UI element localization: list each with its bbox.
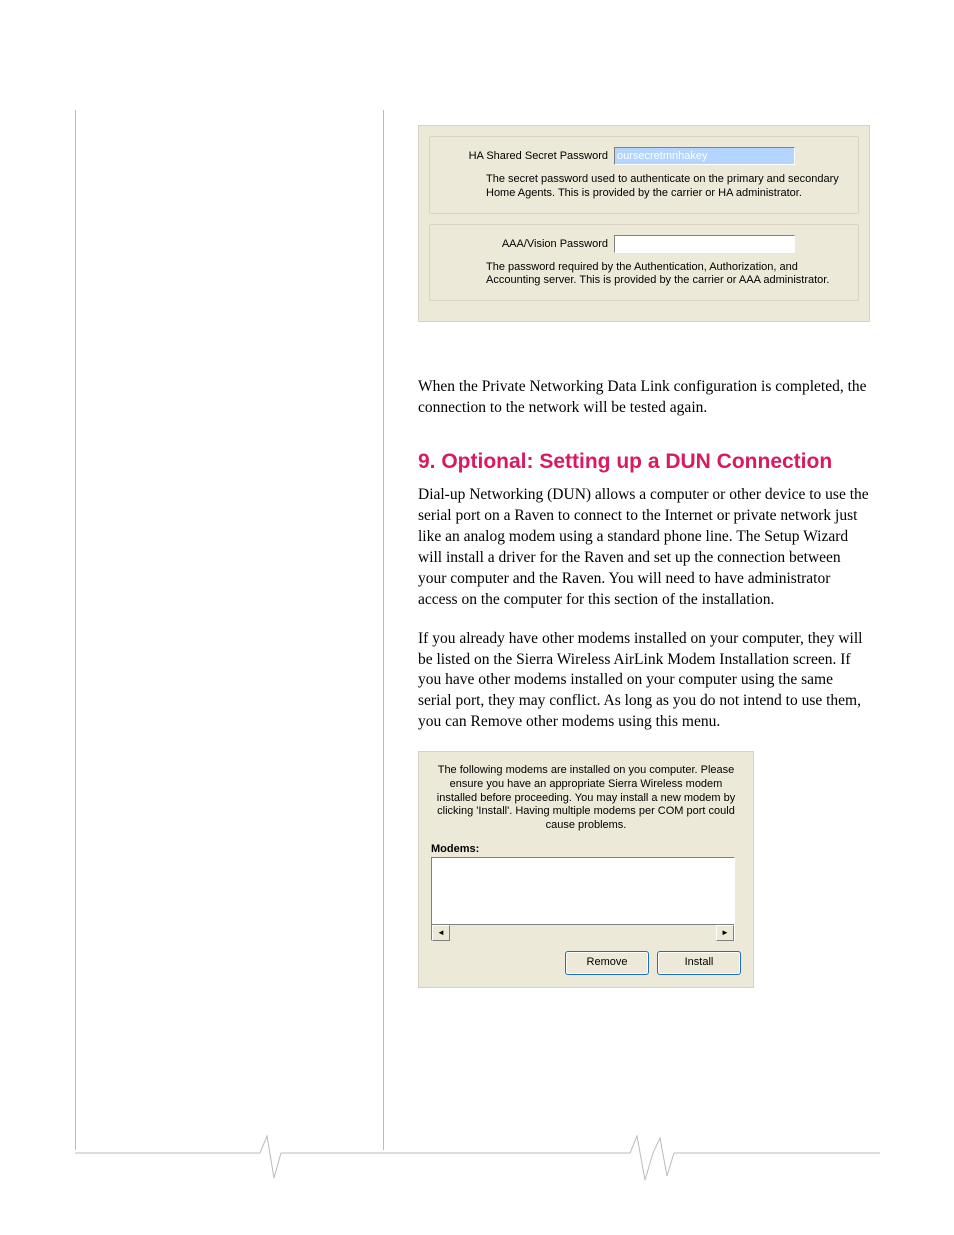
- ha-password-group: HA Shared Secret Password The secret pas…: [429, 136, 859, 214]
- ha-password-label: HA Shared Secret Password: [450, 150, 614, 162]
- paragraph-dun-2: If you already have other modems install…: [418, 629, 870, 734]
- paragraph-dun-1: Dial-up Networking (DUN) allows a comput…: [418, 485, 870, 611]
- password-settings-panel: HA Shared Secret Password The secret pas…: [418, 125, 870, 322]
- margin-rule-left: [75, 110, 76, 1150]
- aaa-password-input[interactable]: [614, 235, 795, 253]
- triangle-right-icon: ►: [721, 928, 729, 937]
- margin-rule-mid: [383, 110, 384, 1150]
- aaa-password-label: AAA/Vision Password: [450, 238, 614, 250]
- triangle-left-icon: ◄: [437, 928, 445, 937]
- modems-label: Modems:: [431, 843, 741, 855]
- modems-listbox[interactable]: ◄ ►: [431, 857, 735, 941]
- aaa-password-group: AAA/Vision Password The password require…: [429, 224, 859, 302]
- install-button[interactable]: Install: [657, 951, 741, 975]
- horizontal-scrollbar[interactable]: ◄ ►: [432, 924, 734, 941]
- section-title: 9. Optional: Setting up a DUN Connection: [418, 449, 870, 475]
- scroll-right-button[interactable]: ►: [716, 925, 734, 941]
- ha-password-desc: The secret password used to authenticate…: [450, 173, 848, 201]
- paragraph-after-dialog: When the Private Networking Data Link co…: [418, 377, 870, 419]
- scroll-left-button[interactable]: ◄: [432, 925, 450, 941]
- modem-install-panel: The following modems are installed on yo…: [418, 751, 754, 988]
- modem-intro-text: The following modems are installed on yo…: [431, 764, 741, 833]
- ha-password-input[interactable]: [614, 147, 795, 165]
- remove-button[interactable]: Remove: [565, 951, 649, 975]
- aaa-password-desc: The password required by the Authenticat…: [450, 261, 848, 289]
- footer-waveform-rule: [75, 1128, 880, 1188]
